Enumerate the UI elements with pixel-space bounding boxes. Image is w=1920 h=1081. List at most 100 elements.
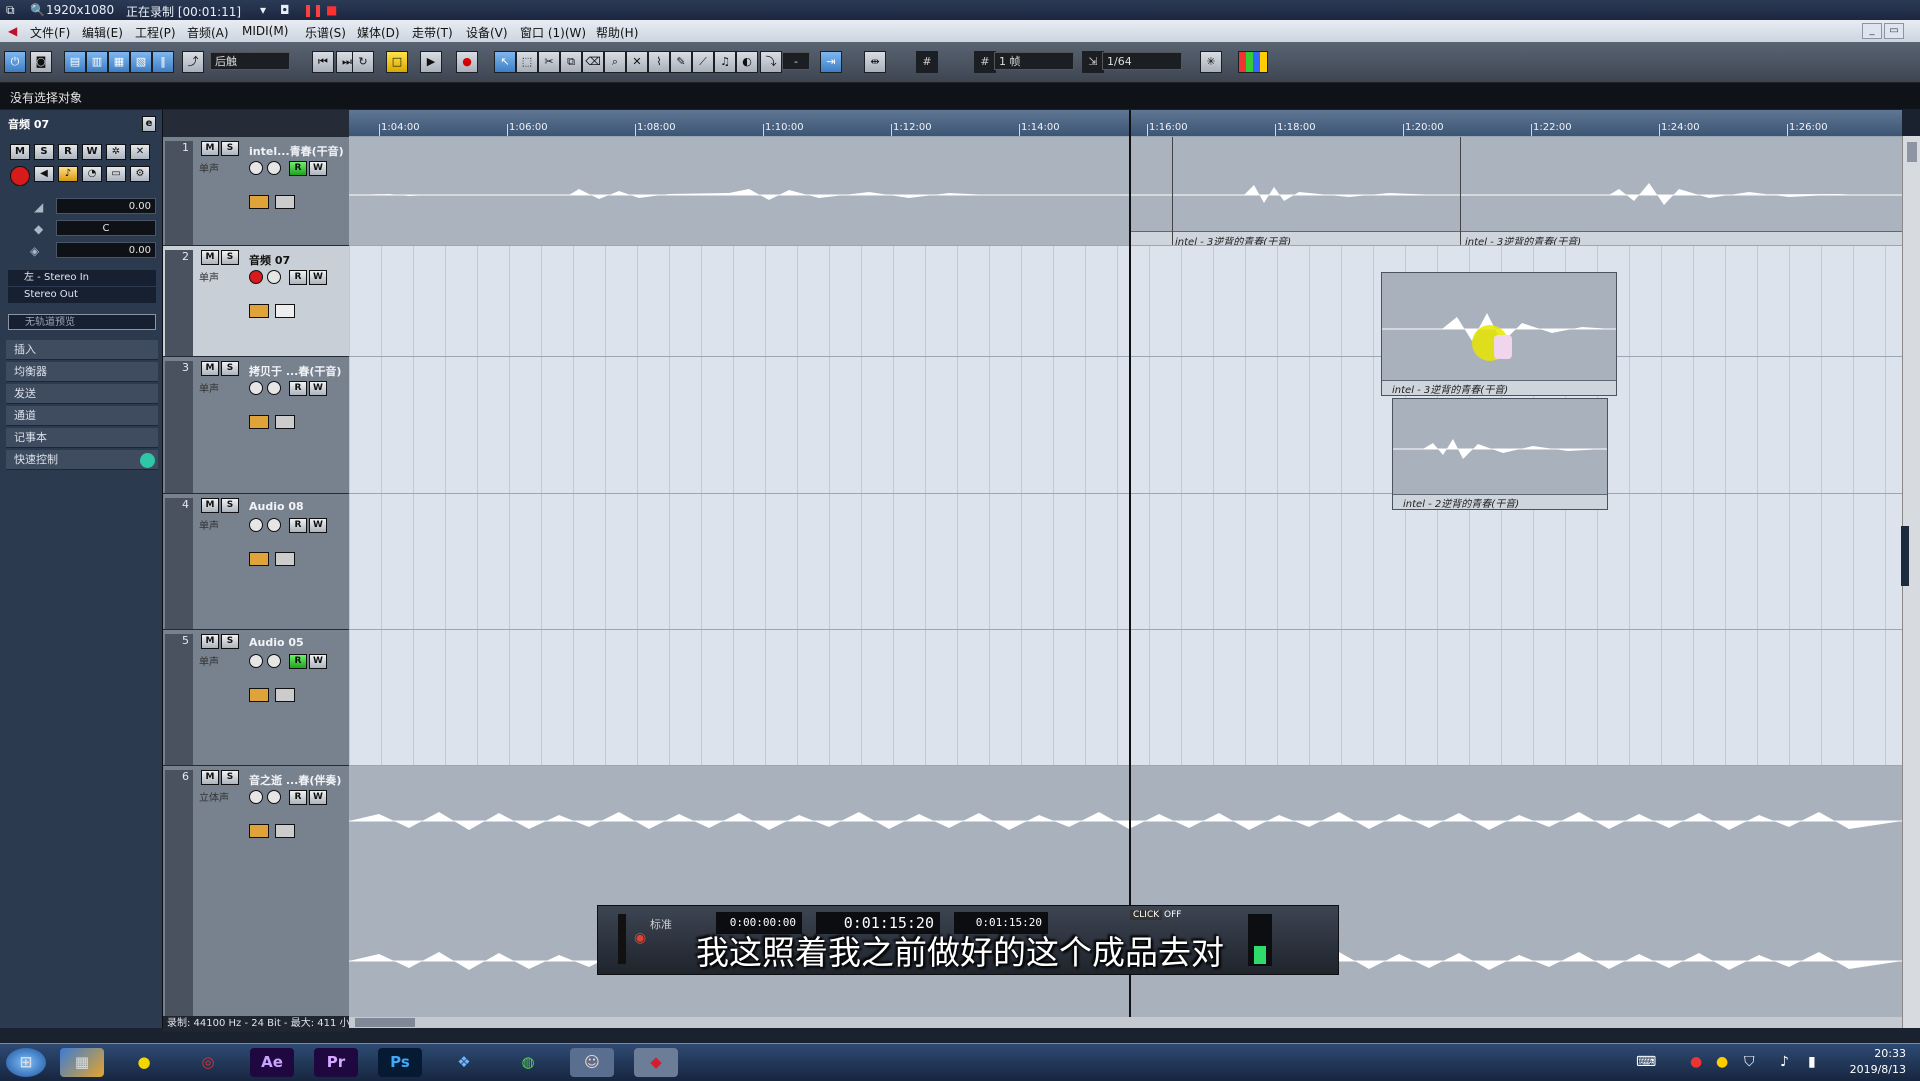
track-version-icon[interactable]: ▭: [106, 166, 126, 182]
project-cursor[interactable]: [1129, 110, 1131, 1028]
lock-icon[interactable]: [275, 552, 295, 566]
split-tool-icon[interactable]: ✂: [538, 51, 560, 73]
lock-icon[interactable]: ✕: [130, 144, 150, 160]
go-to-start-icon[interactable]: ⏮: [312, 51, 334, 73]
lock-icon[interactable]: [275, 824, 295, 838]
menu-devices[interactable]: 设备(V): [466, 24, 508, 41]
quick-controls-icon[interactable]: [140, 453, 155, 468]
track-solo-button[interactable]: S: [221, 770, 239, 785]
monitor-icon[interactable]: [267, 161, 281, 175]
netease-music-icon[interactable]: ◎: [186, 1048, 230, 1077]
read-automation-button[interactable]: R: [289, 161, 307, 176]
scroll-thumb[interactable]: [355, 1018, 415, 1027]
grid-icon[interactable]: #: [974, 51, 996, 73]
track-row[interactable]: 6 M S 音之逝 ...春(伴奏) 立体声 R W: [163, 765, 349, 1017]
track-solo-button[interactable]: S: [221, 250, 239, 265]
snap-icon[interactable]: ⇥: [820, 51, 842, 73]
record-enable-icon[interactable]: [249, 518, 263, 532]
autoscroll-icon[interactable]: ⤵: [760, 51, 782, 73]
media-player-icon[interactable]: ●: [122, 1048, 166, 1077]
file-manager-icon[interactable]: ▦: [60, 1048, 104, 1077]
quantize-setup-icon[interactable]: ✳: [1200, 51, 1222, 73]
lane-icon[interactable]: [249, 195, 269, 209]
record-enable-icon[interactable]: [249, 381, 263, 395]
minimize-icon[interactable]: _: [1862, 23, 1882, 39]
write-button[interactable]: W: [82, 144, 102, 160]
track-row-selected[interactable]: 2 M S 音频 07 单声 R W: [163, 245, 349, 356]
click-state[interactable]: OFF: [1164, 910, 1181, 920]
track-row[interactable]: 4 M S Audio 08 单声 R W: [163, 493, 349, 629]
pause-icon[interactable]: ❚❚: [303, 3, 323, 17]
track-mute-button[interactable]: M: [201, 498, 219, 513]
automation-icon[interactable]: ⤴: [182, 51, 204, 73]
lock-icon[interactable]: [275, 304, 295, 318]
monitor-icon[interactable]: [267, 270, 281, 284]
activate-project-icon[interactable]: ⏻: [4, 51, 26, 73]
menu-score[interactable]: 乐谱(S): [305, 24, 346, 41]
track-lane[interactable]: [349, 765, 1902, 1017]
nudge-select[interactable]: -: [782, 52, 810, 70]
cubase-icon[interactable]: ◆: [634, 1048, 678, 1077]
track-mute-button[interactable]: M: [201, 361, 219, 376]
premiere-icon[interactable]: Pr: [314, 1048, 358, 1077]
record-enable-icon[interactable]: [249, 790, 263, 804]
snap-zero-icon[interactable]: ⇹: [864, 51, 886, 73]
write-automation-button[interactable]: W: [309, 381, 327, 396]
scroll-thumb[interactable]: [1907, 142, 1917, 162]
write-automation-button[interactable]: W: [309, 518, 327, 533]
erase-tool-icon[interactable]: ⌫: [582, 51, 604, 73]
line-tool-icon[interactable]: ⟋: [692, 51, 714, 73]
track-row[interactable]: 5 M S Audio 05 单声 R W: [163, 629, 349, 765]
track-row[interactable]: 3 M S 拷贝于 ...春(干音) 单声 R W: [163, 356, 349, 493]
freeze-icon[interactable]: ✲: [106, 144, 126, 160]
write-automation-button[interactable]: W: [309, 161, 327, 176]
system-clock[interactable]: 20:33 2019/8/13: [1850, 1046, 1906, 1078]
volume-tray-icon[interactable]: ♪: [1780, 1054, 1789, 1070]
track-lane[interactable]: intel - 3逆背的青春(干音) intel - 3逆背的青春(干音): [349, 136, 1902, 248]
track-name[interactable]: Audio 08: [249, 500, 304, 513]
monitor-icon[interactable]: [267, 518, 281, 532]
scroll-handle[interactable]: [1901, 526, 1909, 586]
record-enable-icon[interactable]: [249, 161, 263, 175]
horizontal-scrollbar[interactable]: [349, 1017, 1902, 1028]
show-mixer-icon[interactable]: ‖: [152, 51, 174, 73]
input-routing[interactable]: 左 - Stereo In: [8, 270, 156, 286]
color-tool-icon[interactable]: ◐: [736, 51, 758, 73]
read-automation-button[interactable]: R: [289, 270, 307, 285]
track-name[interactable]: 音之逝 ...春(伴奏): [249, 772, 341, 788]
draw-tool-icon[interactable]: ✎: [670, 51, 692, 73]
menu-media[interactable]: 媒体(D): [357, 24, 400, 41]
edit-channel-icon[interactable]: e: [142, 116, 156, 132]
write-automation-button[interactable]: W: [309, 270, 327, 285]
mute-tool-icon[interactable]: ✕: [626, 51, 648, 73]
click-label[interactable]: CLICK: [1130, 910, 1163, 920]
menu-project[interactable]: 工程(P): [135, 24, 176, 41]
track-lane[interactable]: [349, 493, 1902, 629]
object-select-tool-icon[interactable]: ↖: [494, 51, 516, 73]
dropdown-icon[interactable]: ▾: [260, 3, 266, 17]
lane-icon[interactable]: [249, 552, 269, 566]
section-notepad[interactable]: 记事本: [6, 428, 158, 448]
audio-event[interactable]: intel - 2逆背的青春(干音): [1392, 398, 1608, 510]
track-solo-button[interactable]: S: [221, 634, 239, 649]
track-lane[interactable]: [349, 356, 1902, 493]
automation-mode-select[interactable]: 后触: [210, 52, 290, 70]
monitor-icon[interactable]: [267, 654, 281, 668]
monitor-icon[interactable]: ◀: [34, 166, 54, 182]
cycle-icon[interactable]: ↻: [352, 51, 374, 73]
track-mute-button[interactable]: M: [201, 634, 219, 649]
show-inspector-icon[interactable]: ▤: [64, 51, 86, 73]
monitor-icon[interactable]: [267, 790, 281, 804]
read-button[interactable]: R: [58, 144, 78, 160]
read-automation-button[interactable]: R: [289, 381, 307, 396]
play-button[interactable]: ▶: [420, 51, 442, 73]
track-name[interactable]: Audio 05: [249, 636, 304, 649]
output-routing[interactable]: Stereo Out: [8, 287, 156, 303]
keyboard-icon[interactable]: ⌨: [1636, 1054, 1656, 1070]
lock-icon[interactable]: [275, 688, 295, 702]
lane-icon[interactable]: [249, 415, 269, 429]
audio-event[interactable]: intel - 3逆背的青春(干音): [1381, 272, 1617, 396]
track-solo-button[interactable]: S: [221, 141, 239, 156]
read-automation-button[interactable]: R: [289, 654, 307, 669]
write-automation-button[interactable]: W: [309, 790, 327, 805]
